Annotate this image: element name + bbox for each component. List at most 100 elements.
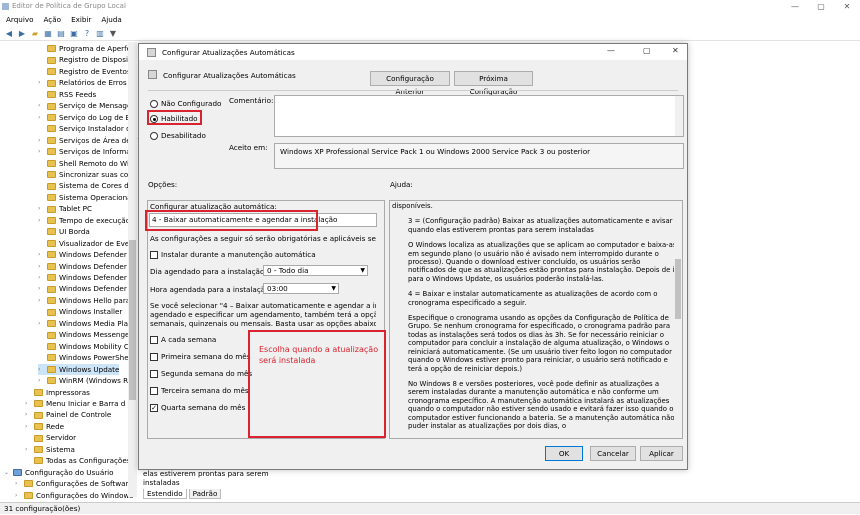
chevron-right-icon[interactable]: › (25, 421, 31, 433)
tree-item[interactable]: UI Borda (38, 226, 90, 238)
tree-item[interactable]: Windows Installer (38, 306, 122, 318)
chevron-right-icon[interactable]: › (38, 261, 44, 273)
tree-item[interactable]: Sistema Operacional (38, 192, 134, 204)
radio-not-configured[interactable]: Não Configurado (150, 99, 221, 108)
apply-button[interactable]: Aplicar (640, 446, 683, 461)
tree-item[interactable]: Programa de Aperfei (38, 43, 133, 55)
tree-item[interactable]: › WinRM (Windows Re (38, 375, 132, 387)
tree-item[interactable]: Sistema de Cores do (38, 180, 133, 192)
checkbox-every-week[interactable]: A cada semana (150, 335, 216, 344)
tree-item[interactable]: Shell Remoto do Win (38, 158, 134, 170)
tree-item[interactable]: › Configurações de Software (15, 478, 133, 490)
chevron-right-icon[interactable]: › (38, 77, 44, 89)
tree-item[interactable]: › Windows Defender A (38, 261, 134, 273)
chevron-right-icon[interactable]: › (38, 249, 44, 261)
tree-item[interactable]: › Configurações do Windows (15, 490, 133, 502)
tree-item[interactable]: Registro de Disposit (38, 54, 131, 66)
chevron-right-icon[interactable]: › (38, 295, 44, 307)
show-hide-tree-icon[interactable]: ▦ (43, 29, 53, 39)
dialog-minimize-button[interactable]: — (607, 46, 615, 55)
comment-textarea[interactable] (274, 95, 684, 137)
tree-item[interactable]: Servidor (25, 432, 76, 444)
tree-item[interactable]: Impressoras (25, 387, 90, 399)
help-icon[interactable]: ? (82, 29, 92, 39)
cancel-button[interactable]: Cancelar (590, 446, 636, 461)
up-folder-icon[interactable]: ▰ (30, 29, 40, 39)
tree-item[interactable]: Windows PowerShell (38, 352, 133, 364)
chevron-right-icon[interactable]: › (25, 409, 31, 421)
chevron-right-icon[interactable]: › (38, 100, 44, 112)
tree-item[interactable]: ⌄ Configuração do Usuário (4, 467, 114, 479)
chevron-right-icon[interactable]: › (38, 203, 44, 215)
minimize-button[interactable]: — (782, 0, 808, 13)
tree-scrollbar-thumb[interactable] (129, 240, 136, 400)
chevron-right-icon[interactable]: › (38, 283, 44, 295)
tree-item[interactable]: Todas as Configurações (25, 455, 131, 467)
tree-item[interactable]: Visualizador de Event (38, 238, 137, 250)
checkbox-maintenance[interactable]: Instalar durante a manutenção automática (150, 250, 316, 259)
tree-item[interactable]: › Windows Defender E (38, 272, 134, 284)
chevron-right-icon[interactable]: › (38, 318, 44, 330)
tree-item[interactable]: › Relatórios de Erros d (38, 77, 134, 89)
menu-exibir[interactable]: Exibir (71, 15, 91, 24)
tree-item[interactable]: › Rede (25, 421, 64, 433)
checkbox-third-week[interactable]: Terceira semana do mês (150, 386, 249, 395)
tree-item[interactable]: Serviço Instalador do (38, 123, 135, 135)
tree-item[interactable]: › Tempo de execução (38, 215, 130, 227)
previous-setting-button[interactable]: Configuração Anterior (370, 71, 450, 96)
chevron-right-icon[interactable]: › (38, 364, 44, 376)
tab-padrao[interactable]: Padrão (188, 489, 222, 499)
chevron-right-icon[interactable]: › (25, 444, 31, 456)
tree-item[interactable]: › Windows Defender S (38, 283, 134, 295)
tree-item[interactable]: › Tablet PC (38, 203, 92, 215)
tree-item[interactable]: › Windows Update (38, 363, 120, 376)
time-select[interactable]: 03:00 ▼ (263, 283, 339, 294)
chevron-right-icon[interactable]: › (25, 398, 31, 410)
tree-item[interactable]: › Serviço de Mensager (38, 100, 134, 112)
maximize-button[interactable]: ▢ (808, 0, 834, 13)
comment-scrollbar[interactable] (675, 96, 683, 136)
chevron-right-icon[interactable]: › (15, 490, 21, 502)
properties-icon[interactable]: ▣ (69, 29, 79, 39)
tab-estendido[interactable]: Estendido (143, 489, 187, 499)
tree-item[interactable]: › Windows Hello para l (38, 295, 134, 307)
tree-item[interactable]: Registro de Eventos (38, 66, 131, 78)
tree-item[interactable]: Sincronizar suas conf (38, 169, 135, 181)
radio-disabled[interactable]: Desabilitado (150, 131, 206, 140)
chevron-right-icon[interactable]: › (38, 135, 44, 147)
chevron-right-icon[interactable]: › (38, 272, 44, 284)
help-scrollbar-thumb[interactable] (675, 259, 681, 319)
chevron-right-icon[interactable]: › (38, 146, 44, 158)
ok-button[interactable]: OK (545, 446, 583, 461)
checkbox-first-week[interactable]: Primeira semana do mês (150, 352, 250, 361)
chevron-right-icon[interactable]: ⌄ (4, 467, 10, 479)
chevron-right-icon[interactable]: › (38, 375, 44, 387)
day-select[interactable]: 0 - Todo dia ▼ (263, 265, 368, 276)
tree-item[interactable]: › Windows Media Play (38, 318, 132, 330)
menu-arquivo[interactable]: Arquivo (6, 15, 34, 24)
tree-item[interactable]: › Serviços de Área de T (38, 135, 137, 147)
menu-ajuda[interactable]: Ajuda (101, 15, 121, 24)
tree-item[interactable]: › Sistema (25, 444, 75, 456)
tree-item[interactable]: Windows Mobility Ce (38, 341, 133, 353)
dialog-maximize-button[interactable]: ▢ (643, 46, 651, 55)
help-scrollbar[interactable] (674, 201, 682, 438)
chevron-right-icon[interactable]: › (15, 478, 21, 490)
tree-item[interactable]: RSS Feeds (38, 89, 96, 101)
next-setting-button[interactable]: Próxima Configuração (454, 71, 533, 96)
close-button[interactable]: ✕ (834, 0, 860, 13)
dialog-close-button[interactable]: ✕ (672, 46, 679, 55)
checkbox-fourth-week[interactable]: ✓ Quarta semana do mês (150, 403, 245, 412)
tree-item[interactable]: › Menu Iniciar e Barra d (25, 398, 125, 410)
forward-arrow-icon[interactable]: ▶ (17, 29, 27, 39)
tree-item[interactable]: › Serviços de Informaç (38, 146, 135, 158)
tree-item[interactable]: › Serviço do Log de Ev (38, 112, 134, 124)
filter-icon[interactable]: ▼ (108, 29, 118, 39)
export-list-icon[interactable]: ▤ (56, 29, 66, 39)
tree-item[interactable]: › Windows Defender A (38, 249, 134, 261)
tree-item[interactable]: › Painel de Controle (25, 409, 111, 421)
show-pane-icon[interactable]: ▥ (95, 29, 105, 39)
tree-item[interactable]: Windows Messenger (38, 329, 132, 341)
checkbox-second-week[interactable]: Segunda semana do mês (150, 369, 252, 378)
menu-acao[interactable]: Ação (44, 15, 62, 24)
